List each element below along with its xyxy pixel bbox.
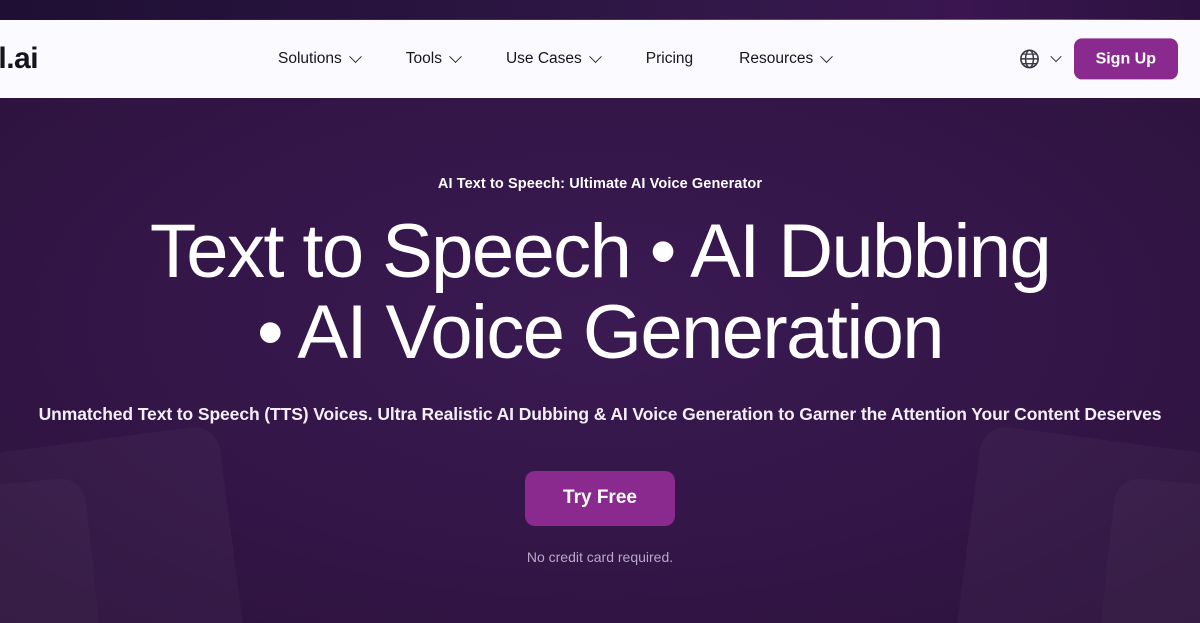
headline-line-2: • AI Voice Generation bbox=[257, 289, 945, 375]
brand-logo[interactable]: vel.ai bbox=[0, 42, 39, 76]
nav-item-use-cases[interactable]: Use Cases bbox=[505, 49, 602, 68]
hero-eyebrow: AI Text to Speech: Ultimate AI Voice Gen… bbox=[437, 176, 763, 192]
globe-icon bbox=[1019, 49, 1039, 69]
hero-cta-wrapper: Try Free bbox=[0, 470, 1200, 526]
landing-page: vel.ai Solutions Tools Use Cases Pricing… bbox=[0, 0, 1200, 623]
headline-line-1: Text to Speech • AI Dubbing bbox=[149, 209, 1052, 294]
chevron-down-icon bbox=[449, 49, 462, 63]
nav-item-label: Resources bbox=[739, 50, 814, 67]
language-selector[interactable] bbox=[1018, 48, 1062, 71]
nav-item-solutions[interactable]: Solutions bbox=[278, 49, 362, 68]
chevron-down-icon bbox=[348, 49, 362, 63]
site-header: vel.ai Solutions Tools Use Cases Pricing… bbox=[0, 20, 1200, 98]
top-accent-strip bbox=[0, 0, 1200, 20]
chevron-down-icon bbox=[588, 49, 602, 63]
nav-item-label: Tools bbox=[405, 50, 442, 67]
nav-item-tools[interactable]: Tools bbox=[405, 49, 462, 68]
hero-subheading: Unmatched Text to Speech (TTS) Voices. U… bbox=[38, 404, 1162, 425]
nav-item-resources[interactable]: Resources bbox=[739, 49, 834, 68]
chevron-down-icon bbox=[1049, 50, 1062, 62]
sign-up-button[interactable]: Sign Up bbox=[1073, 38, 1178, 80]
try-free-button[interactable]: Try Free bbox=[525, 470, 675, 526]
hero-content: AI Text to Speech: Ultimate AI Voice Gen… bbox=[0, 98, 1200, 565]
hero-section: AI Text to Speech: Ultimate AI Voice Gen… bbox=[0, 98, 1200, 623]
main-navigation: Solutions Tools Use Cases Pricing Resour… bbox=[278, 49, 834, 68]
nav-item-label: Pricing bbox=[645, 50, 694, 67]
page-title: Text to Speech • AI Dubbing • AI Voice G… bbox=[70, 209, 1130, 375]
nav-item-pricing[interactable]: Pricing bbox=[646, 50, 693, 68]
no-credit-card-note: No credit card required. bbox=[526, 548, 674, 565]
nav-item-label: Solutions bbox=[278, 50, 342, 67]
header-actions: Sign Up bbox=[1018, 38, 1178, 80]
nav-item-label: Use Cases bbox=[505, 50, 582, 67]
chevron-down-icon bbox=[820, 49, 834, 63]
